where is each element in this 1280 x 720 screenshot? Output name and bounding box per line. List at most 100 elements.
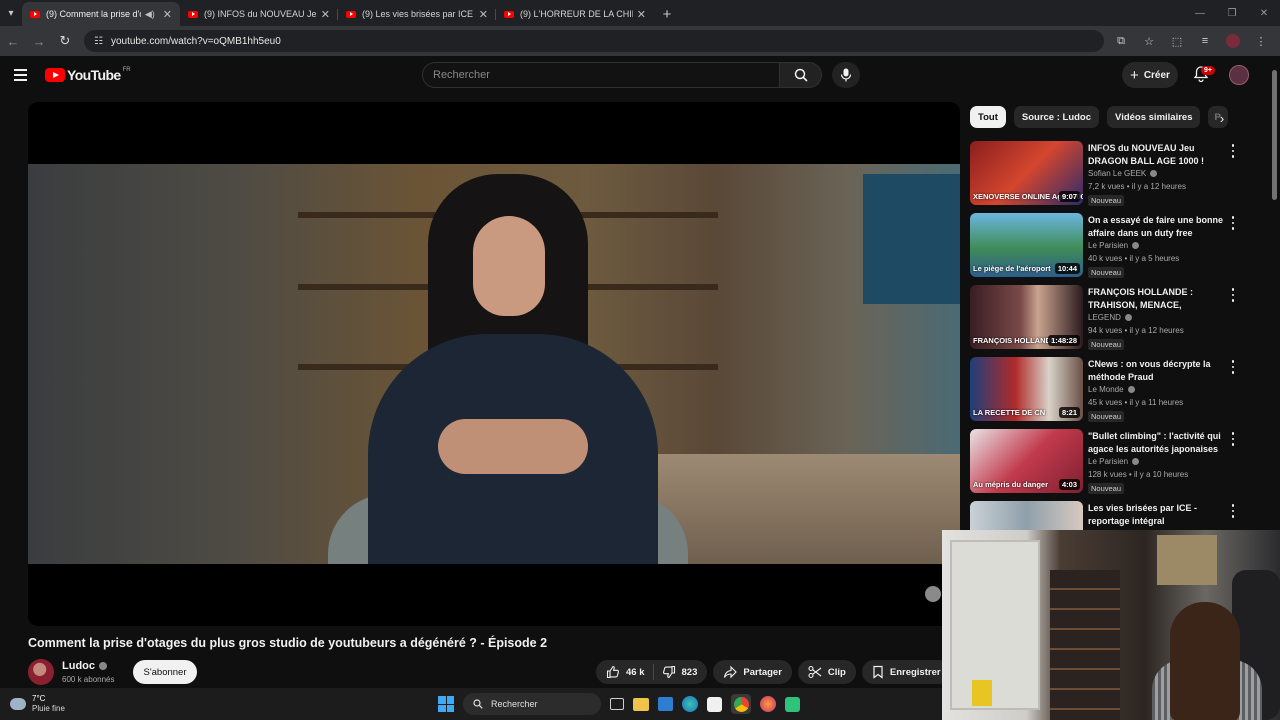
browser-tab-3[interactable]: (9) Les vies brisées par ICE - rep ✕ — [338, 2, 496, 26]
clip-button[interactable]: Clip — [797, 660, 856, 684]
subscriber-count: 600 k abonnés — [62, 675, 115, 684]
like-button[interactable]: 46 k — [606, 665, 645, 679]
clip-label: Clip — [827, 666, 846, 678]
video-thumbnail[interactable]: LA RECETTE DE CN 8:21 — [970, 357, 1083, 421]
extensions-icon[interactable]: ⬚ — [1166, 30, 1188, 52]
browser-tab-2[interactable]: (9) INFOS du NOUVEAU Jeu DR ✕ — [180, 2, 338, 26]
search-input[interactable]: Rechercher — [422, 62, 780, 88]
close-window-icon[interactable]: ✕ — [1248, 0, 1280, 26]
task-view-icon[interactable] — [610, 698, 624, 710]
close-tab-icon[interactable]: ✕ — [321, 8, 330, 21]
webcam-overlay — [942, 530, 1280, 720]
back-button[interactable]: ← — [0, 28, 26, 54]
video-thumbnail[interactable]: FRANÇOIS HOLLANDE 1:48:28 — [970, 285, 1083, 349]
edge-icon[interactable] — [682, 696, 698, 712]
windows-taskbar: 7°C Pluie fine Rechercher — [0, 688, 942, 720]
chrome-icon[interactable] — [731, 694, 751, 714]
taskbar-search[interactable]: Rechercher — [463, 693, 601, 715]
more-actions-icon[interactable] — [1228, 143, 1238, 159]
voice-search-button[interactable] — [832, 62, 860, 88]
related-title: "Bullet climbing" : l'activité qui agace… — [1088, 431, 1221, 454]
more-actions-icon[interactable] — [1228, 431, 1238, 447]
create-label: Créer — [1143, 69, 1170, 81]
dislike-count: 823 — [681, 666, 698, 678]
related-video[interactable]: LA RECETTE DE CN 8:21 CNews : on vous dé… — [970, 357, 1250, 423]
menu-icon[interactable] — [14, 69, 27, 81]
related-meta: 45 k vues • il y a 11 heures — [1088, 398, 1184, 407]
tab-search-icon[interactable]: ▾ — [0, 0, 22, 26]
video-thumbnail[interactable] — [970, 501, 1083, 530]
rain-cloud-icon — [10, 698, 26, 710]
bookmark-icon — [873, 665, 883, 679]
like-count: 46 k — [626, 666, 645, 678]
minimize-icon[interactable]: — — [1184, 0, 1216, 26]
profile-avatar[interactable] — [1226, 34, 1240, 48]
related-video[interactable]: XENOVERSE ONLINE Age 1000 9:07 INFOS du … — [970, 141, 1250, 207]
chip-source[interactable]: Source : Ludoc — [1013, 106, 1100, 128]
new-tab-button[interactable]: + — [656, 2, 678, 26]
firefox-icon[interactable] — [760, 696, 776, 712]
browser-menu-icon[interactable]: ⋮ — [1250, 30, 1272, 52]
store-icon[interactable] — [658, 697, 673, 711]
windows-start-icon[interactable] — [438, 696, 454, 712]
video-thumbnail[interactable]: Au mépris du danger 4:03 — [970, 429, 1083, 493]
bookmark-star-icon[interactable]: ☆ — [1138, 30, 1160, 52]
chevron-right-icon[interactable]: › — [1212, 108, 1232, 128]
channel-avatar[interactable] — [28, 659, 54, 685]
new-badge: Nouveau — [1088, 411, 1125, 422]
chip-all[interactable]: Tout — [970, 106, 1006, 128]
video-duration: 8:21 — [1058, 407, 1080, 418]
address-bar[interactable]: ☷ youtube.com/watch?v=oQMB1hh5eu0 — [84, 30, 1104, 52]
related-video[interactable]: Au mépris du danger 4:03 "Bullet climbin… — [970, 429, 1250, 495]
reload-button[interactable]: ↻ — [52, 28, 78, 54]
related-video[interactable]: Les vies brisées par ICE - reportage int… — [970, 501, 1250, 530]
more-actions-icon[interactable] — [1228, 503, 1238, 519]
video-player[interactable] — [28, 102, 960, 626]
channel-name[interactable]: Ludoc — [62, 660, 107, 672]
account-avatar[interactable] — [1229, 65, 1249, 85]
chip-similar[interactable]: Vidéos similaires — [1107, 106, 1201, 128]
video-title: Comment la prise d'otages du plus gros s… — [28, 636, 548, 650]
save-button[interactable]: Enregistrer — [861, 660, 951, 684]
video-thumbnail[interactable]: Le piège de l'aéroport 10:44 — [970, 213, 1083, 277]
video-duration: 10:44 — [1054, 263, 1080, 274]
more-actions-icon[interactable] — [1228, 359, 1238, 375]
search-button[interactable] — [780, 62, 822, 88]
related-meta: 94 k vues • il y a 12 heures — [1088, 326, 1184, 335]
tab-groups-icon[interactable]: ≡ — [1194, 30, 1216, 52]
forward-button[interactable]: → — [26, 28, 52, 54]
share-button[interactable]: Partager — [713, 660, 792, 684]
tab-title: (9) L'HORREUR DE LA CHIRURG — [520, 9, 633, 19]
taskbar-apps: Rechercher — [438, 693, 800, 715]
speaker-icon[interactable]: ◀) — [145, 9, 155, 20]
close-tab-icon[interactable]: ✕ — [163, 8, 172, 21]
file-explorer-icon[interactable] — [633, 697, 649, 711]
subscribe-button[interactable]: S'abonner — [133, 660, 197, 684]
more-actions-icon[interactable] — [1228, 287, 1238, 303]
more-actions-icon[interactable] — [1228, 215, 1238, 231]
youtube-logo[interactable]: YouTube FR — [45, 67, 131, 83]
install-app-icon[interactable]: ⧉ — [1110, 30, 1132, 52]
create-button[interactable]: + Créer — [1122, 62, 1178, 88]
channel-watermark-icon[interactable] — [925, 586, 941, 602]
browser-tab-4[interactable]: (9) L'HORREUR DE LA CHIRURG ✕ — [496, 2, 654, 26]
browser-tab-1[interactable]: (9) Comment la prise d'otag ◀) ✕ — [22, 2, 180, 26]
restore-icon[interactable]: ❐ — [1216, 0, 1248, 26]
close-tab-icon[interactable]: ✕ — [637, 8, 646, 21]
browser-toolbar: ← → ↻ ☷ youtube.com/watch?v=oQMB1hh5eu0 … — [0, 26, 1280, 56]
share-icon — [724, 665, 738, 679]
related-title: FRANÇOIS HOLLANDE : TRAHISON, MENACE, MA… — [1088, 287, 1193, 310]
related-channel: Sofian Le GEEK — [1088, 169, 1158, 178]
youtube-play-icon — [45, 68, 65, 82]
site-info-icon[interactable]: ☷ — [94, 36, 103, 47]
close-tab-icon[interactable]: ✕ — [479, 8, 488, 21]
weather-widget[interactable]: 7°C Pluie fine — [10, 694, 65, 714]
youtube-favicon-icon — [30, 10, 40, 18]
video-thumbnail[interactable]: XENOVERSE ONLINE Age 1000 9:07 — [970, 141, 1083, 205]
related-video[interactable]: FRANÇOIS HOLLANDE 1:48:28 FRANÇOIS HOLLA… — [970, 285, 1250, 351]
related-video[interactable]: Le piège de l'aéroport 10:44 On a essayé… — [970, 213, 1250, 279]
microsoft-store-icon[interactable] — [707, 696, 722, 712]
notification-badge: 9+ — [1201, 66, 1215, 75]
obs-icon[interactable] — [785, 696, 800, 712]
dislike-button[interactable]: 823 — [662, 665, 698, 679]
